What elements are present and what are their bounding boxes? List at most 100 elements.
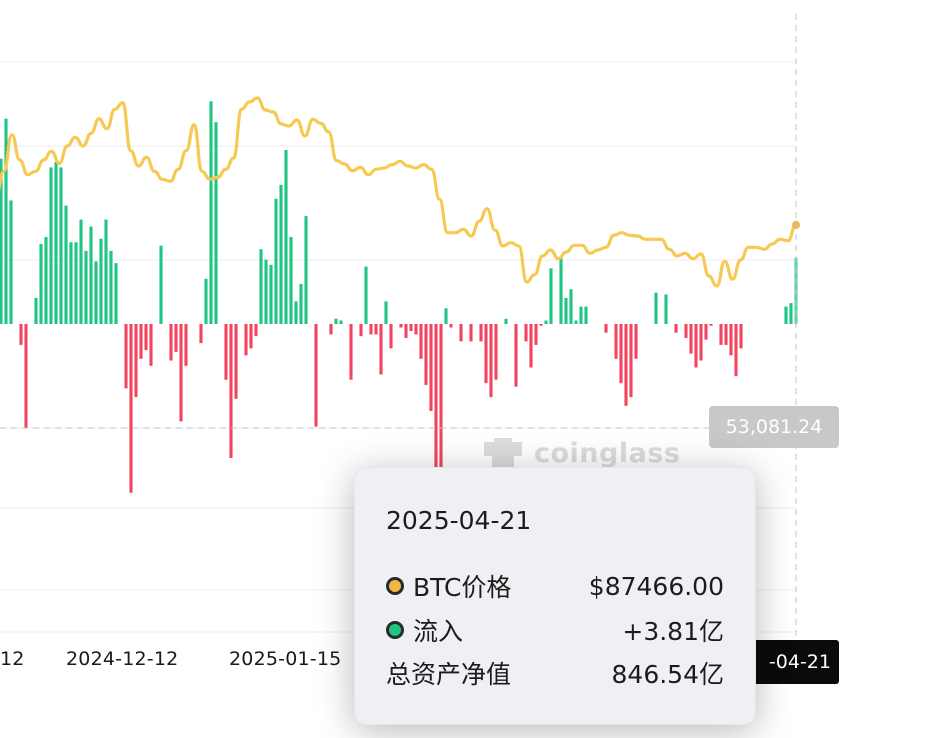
inflow-bar bbox=[204, 278, 208, 324]
inflow-bar bbox=[114, 263, 118, 324]
outflow-bar bbox=[379, 324, 383, 375]
outflow-bar bbox=[244, 324, 248, 356]
outflow-bar bbox=[184, 324, 188, 366]
inflow-bar bbox=[9, 200, 13, 324]
chart-tooltip: 2025-04-21 BTC价格 $87466.00 流入 +3.81亿 总资产… bbox=[354, 467, 756, 725]
x-tick-label: 2024-12-12 bbox=[66, 648, 179, 670]
inflow-bar bbox=[59, 167, 63, 324]
outflow-bar bbox=[469, 324, 473, 342]
outflow-bar bbox=[174, 324, 178, 352]
outflow-bar bbox=[529, 324, 533, 368]
inflow-bar bbox=[784, 306, 788, 324]
tooltip-label: BTC价格 bbox=[413, 573, 512, 602]
outflow-bar bbox=[124, 324, 128, 389]
inflow-bar bbox=[94, 261, 98, 324]
outflow-bar bbox=[484, 324, 488, 384]
outflow-bar bbox=[634, 324, 638, 359]
inflow-bar bbox=[259, 249, 263, 324]
inflow-bar bbox=[544, 320, 548, 324]
outflow-bar bbox=[729, 324, 733, 356]
outflow-bar bbox=[329, 324, 333, 335]
inflow-bar bbox=[264, 259, 268, 324]
inflow-bar bbox=[159, 245, 163, 324]
outflow-bar bbox=[349, 324, 353, 380]
outflow-bar bbox=[539, 324, 543, 326]
outflow-bar bbox=[359, 324, 363, 337]
outflow-bar bbox=[684, 324, 688, 338]
inflow-bar bbox=[214, 122, 218, 324]
btc-price-line bbox=[0, 96, 798, 288]
outflow-bar bbox=[149, 324, 153, 366]
outflow-bar bbox=[139, 324, 143, 359]
inflow-bar bbox=[504, 318, 508, 324]
inflow-bar bbox=[549, 268, 553, 324]
outflow-bar bbox=[404, 324, 408, 338]
outflow-bar bbox=[434, 324, 438, 481]
tooltip-value: +3.81亿 bbox=[622, 617, 724, 646]
outflow-bar bbox=[704, 324, 708, 340]
inflow-bar bbox=[84, 250, 88, 324]
inflow-bar bbox=[289, 237, 293, 324]
tooltip-row-price: BTC价格 $87466.00 bbox=[386, 569, 724, 603]
inflow-bar bbox=[304, 216, 308, 324]
outflow-bar bbox=[409, 324, 413, 331]
inflow-bar bbox=[664, 294, 668, 324]
outflow-bar bbox=[24, 324, 28, 429]
outflow-bar bbox=[144, 324, 148, 351]
outflow-bar bbox=[134, 324, 138, 398]
outflow-bar bbox=[229, 324, 233, 458]
tooltip-label: 流入 bbox=[413, 617, 464, 646]
outflow-bar bbox=[604, 324, 608, 333]
outflow-bar bbox=[419, 324, 423, 359]
inflow-bar bbox=[44, 237, 48, 324]
outflow-bar bbox=[734, 324, 738, 377]
outflow-bar bbox=[129, 324, 133, 493]
coinglass-watermark: coinglass bbox=[480, 436, 680, 470]
outflow-bar bbox=[709, 324, 713, 326]
inflow-bar bbox=[334, 318, 338, 324]
outflow-bar bbox=[179, 324, 183, 422]
inflow-bar bbox=[274, 198, 278, 324]
inflow-bar bbox=[294, 301, 298, 324]
inflow-bar bbox=[654, 292, 658, 324]
inflow-bar bbox=[564, 297, 568, 324]
outflow-bar bbox=[234, 324, 238, 399]
outflow-bar bbox=[689, 324, 693, 354]
inflow-bar bbox=[284, 150, 288, 324]
x-tick-label: 12 bbox=[0, 648, 25, 670]
price-legend-dot bbox=[386, 577, 404, 595]
inflow-bar bbox=[569, 289, 573, 324]
outflow-bar bbox=[619, 324, 623, 384]
outflow-bar bbox=[694, 324, 698, 368]
inflow-bar bbox=[579, 306, 583, 324]
inflow-bar bbox=[364, 266, 368, 324]
inflow-bar bbox=[384, 301, 388, 324]
tooltip-value: 846.54亿 bbox=[611, 660, 724, 689]
inflow-bar bbox=[54, 162, 58, 324]
outflow-bar bbox=[399, 324, 403, 328]
outflow-bar bbox=[629, 324, 633, 398]
outflow-bar bbox=[449, 324, 453, 328]
outflow-bar bbox=[624, 324, 628, 406]
outflow-bar bbox=[674, 324, 678, 333]
inflow-bar bbox=[99, 238, 103, 324]
inflow-bar bbox=[574, 320, 578, 324]
tooltip-row-nav: 总资产净值 846.54亿 bbox=[386, 656, 724, 690]
inflow-bar bbox=[279, 184, 283, 324]
outflow-bar bbox=[614, 324, 618, 359]
inflow-bar bbox=[89, 226, 93, 324]
outflow-bar bbox=[254, 324, 258, 337]
inflow-bar bbox=[34, 297, 38, 324]
inflow-bar bbox=[299, 283, 303, 324]
outflow-bar bbox=[489, 324, 493, 398]
inflow-legend-dot bbox=[386, 621, 404, 639]
outflow-bar bbox=[19, 324, 23, 345]
outflow-bar bbox=[739, 324, 743, 349]
outflow-bar bbox=[424, 324, 428, 385]
inflow-bar bbox=[39, 243, 43, 324]
outflow-bar bbox=[199, 324, 203, 344]
chart-stage: 12 2024-12-12 2025-01-15 -04-21 53,081.2… bbox=[0, 0, 934, 738]
tooltip-label: 总资产净值 bbox=[386, 660, 512, 689]
tooltip-value: $87466.00 bbox=[588, 571, 724, 601]
outflow-bar bbox=[389, 324, 393, 349]
